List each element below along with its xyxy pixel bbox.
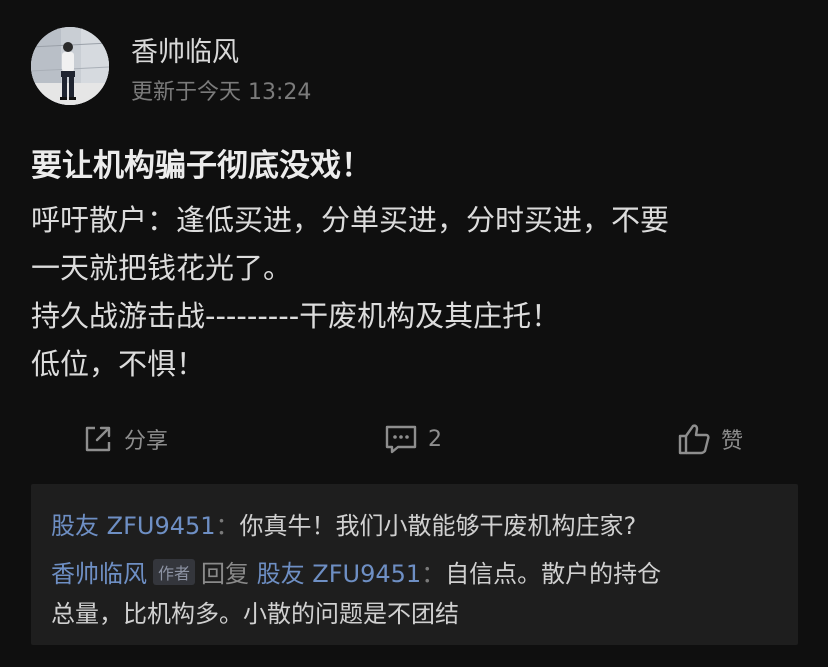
reply-author-link[interactable]: 香帅临风 bbox=[51, 560, 147, 588]
share-label: 分享 bbox=[124, 429, 169, 454]
comment-button[interactable]: 2 bbox=[384, 419, 442, 459]
reply-text-line1: 自信点。散户的持仓 bbox=[445, 560, 662, 588]
share-icon bbox=[85, 426, 111, 452]
post-line: 持久战游击战---------干废机构及其庄托！ bbox=[31, 299, 561, 333]
user-photo bbox=[31, 27, 109, 105]
author-badge: 作者 bbox=[153, 559, 196, 585]
avatar[interactable] bbox=[31, 27, 109, 105]
post-line: 一天就把钱花光了。 bbox=[31, 251, 293, 285]
reply-target-link[interactable]: 股友 ZFU9451 bbox=[257, 560, 422, 588]
post-line: 低位，不惧！ bbox=[31, 347, 206, 381]
comment-count: 2 bbox=[428, 426, 442, 452]
post-title: 要让机构骗子彻底没戏！ bbox=[31, 148, 372, 184]
reply-text-line2: 总量，比机构多。小散的问题是不团结 bbox=[51, 600, 459, 628]
like-button[interactable]: 赞 bbox=[677, 419, 743, 459]
post-line: 呼吁散户：逢低买进，分单买进，分时买进，不要 bbox=[31, 203, 670, 237]
share-button[interactable]: 分享 bbox=[82, 419, 168, 459]
comment-colon: ： bbox=[215, 512, 240, 540]
reply-label: 回复 bbox=[201, 560, 250, 588]
like-label: 赞 bbox=[721, 429, 744, 454]
comment-icon bbox=[385, 425, 417, 454]
post-body: 呼吁散户：逢低买进，分单买进，分时买进，不要 一天就把钱花光了。 持久战游击战-… bbox=[31, 196, 801, 388]
comment-item: 股友 ZFU9451：你真牛！我们小散能够干废机构庄家? bbox=[51, 506, 636, 541]
comment-user-link[interactable]: 股友 ZFU9451 bbox=[51, 512, 216, 540]
reply-item: 香帅临风 作者 回复 股友 ZFU9451：自信点。散户的持仓 bbox=[51, 554, 661, 589]
comment-text: 你真牛！我们小散能够干废机构庄家? bbox=[239, 512, 637, 540]
update-time: 更新于今天 13:24 bbox=[131, 80, 312, 105]
author-name[interactable]: 香帅临风 bbox=[131, 30, 239, 69]
comments-box: 股友 ZFU9451：你真牛！我们小散能够干废机构庄家? 香帅临风 作者 回复 股友… bbox=[31, 484, 798, 645]
reply-colon: ： bbox=[421, 560, 446, 588]
thumbs-up-icon bbox=[678, 424, 710, 455]
